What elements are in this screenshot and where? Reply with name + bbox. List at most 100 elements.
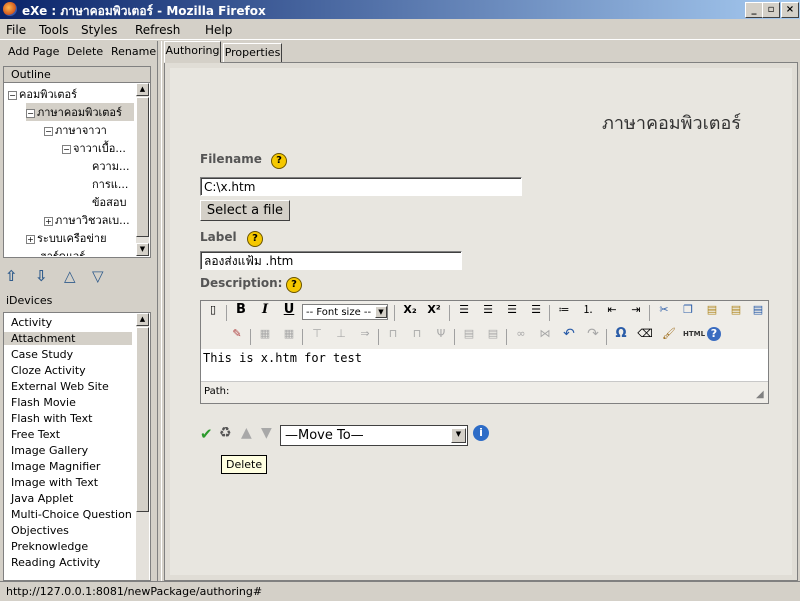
delete-trash-icon[interactable]: ♻	[219, 425, 232, 441]
move-down-icon[interactable]: ▼	[261, 425, 272, 441]
idevice-item[interactable]: Image Magnifier	[11, 460, 100, 473]
idevice-item[interactable]: Objectives	[11, 524, 69, 537]
insert-col-after-icon[interactable]: ⊓	[408, 325, 426, 343]
panel-splitter[interactable]	[157, 41, 162, 581]
resize-handle-icon[interactable]: ◢	[756, 389, 764, 400]
close-button[interactable]: ×	[781, 2, 799, 18]
underline-icon[interactable]: U	[280, 301, 298, 319]
idevice-item[interactable]: External Web Site	[11, 380, 109, 393]
idevice-item[interactable]: Multi-Choice Question	[11, 508, 132, 521]
idevice-item[interactable]: Free Text	[11, 428, 60, 441]
idevice-item[interactable]: Java Applet	[11, 492, 73, 505]
italic-icon[interactable]: I	[256, 301, 274, 319]
idevices-scroll-thumb[interactable]	[136, 327, 149, 512]
superscript-icon[interactable]: X²	[425, 301, 443, 319]
delete-col-icon[interactable]: Ψ	[432, 325, 450, 343]
move-to-dropdown-icon[interactable]: ▼	[451, 428, 466, 443]
menu-file[interactable]: File	[6, 23, 26, 37]
minimize-button[interactable]: _	[745, 2, 763, 18]
special-char-icon[interactable]: Ω	[612, 325, 630, 343]
tree-node-leaf-2[interactable]: การแ...	[92, 175, 128, 193]
bold-icon[interactable]: B	[232, 301, 250, 319]
insert-row-after-icon[interactable]: ⊥	[332, 325, 350, 343]
outline-scrollbar[interactable]: ▲ ▼	[136, 83, 149, 256]
menu-tools[interactable]: Tools	[39, 23, 69, 37]
font-size-dropdown-icon[interactable]: ▼	[375, 306, 387, 318]
bullet-list-icon[interactable]: ≔	[555, 301, 573, 319]
tree-node-java[interactable]: − ภาษาจาวา	[44, 121, 107, 139]
collapse-icon[interactable]: −	[26, 108, 35, 118]
tree-node-leaf-1[interactable]: ความ...	[92, 157, 129, 175]
idevice-item[interactable]: Preknowledge	[11, 540, 88, 553]
delete-page-button[interactable]: Delete	[67, 45, 103, 58]
subscript-icon[interactable]: X₂	[401, 301, 419, 319]
align-right-icon[interactable]: ☰	[503, 301, 521, 319]
align-center-icon[interactable]: ☰	[479, 301, 497, 319]
label-field[interactable]: ลองส่งแฟ้ม .htm	[200, 251, 462, 270]
rename-page-button[interactable]: Rename	[111, 45, 156, 58]
tree-node-computer-language[interactable]: − ภาษาคอมพิวเตอร์	[26, 103, 134, 121]
copy-icon[interactable]: ❐	[679, 301, 697, 319]
idevice-item[interactable]: Image Gallery	[11, 444, 88, 457]
scroll-up-icon[interactable]: ▲	[136, 83, 149, 96]
collapse-icon[interactable]: −	[62, 144, 71, 154]
idevice-item[interactable]: Reading Activity	[11, 556, 100, 569]
redo-icon[interactable]: ↷	[584, 325, 602, 343]
idevice-item[interactable]: Attachment	[4, 332, 132, 345]
numbered-list-icon[interactable]: ⒈	[579, 301, 597, 319]
demote-icon[interactable]: ⇩	[35, 267, 48, 285]
link-icon[interactable]: ∞	[512, 325, 530, 343]
idevices-scrollbar[interactable]: ▲	[136, 313, 149, 580]
table-icon[interactable]: ▦	[256, 325, 274, 343]
justify-icon[interactable]: ☰	[527, 301, 545, 319]
paste-icon[interactable]: ▤	[703, 301, 721, 319]
indent-icon[interactable]: ⇥	[627, 301, 645, 319]
idevice-item[interactable]: Flash Movie	[11, 396, 76, 409]
scroll-up-icon[interactable]: ▲	[136, 313, 149, 326]
split-cells-icon[interactable]: ▤	[460, 325, 478, 343]
scroll-down-icon[interactable]: ▼	[136, 243, 149, 256]
label-help-icon[interactable]: ?	[247, 231, 263, 247]
eraser-icon[interactable]: ⌫	[636, 325, 654, 343]
insert-col-before-icon[interactable]: ⊓	[384, 325, 402, 343]
select-file-button[interactable]: Select a file	[200, 200, 290, 221]
info-icon[interactable]: i	[473, 425, 489, 441]
idevice-item[interactable]: Image with Text	[11, 476, 98, 489]
edit-style-icon[interactable]: ✎	[228, 325, 246, 343]
html-source-icon[interactable]: HTML	[683, 325, 705, 343]
tab-properties[interactable]: Properties	[223, 43, 282, 63]
cut-icon[interactable]: ✂	[655, 301, 673, 319]
add-page-button[interactable]: Add Page	[8, 45, 59, 58]
editor-content[interactable]: This is x.htm for test	[203, 351, 362, 365]
undo-icon[interactable]: ↶	[560, 325, 578, 343]
tab-authoring[interactable]: Authoring	[164, 41, 221, 63]
menu-help[interactable]: Help	[205, 23, 232, 37]
collapse-icon[interactable]: −	[8, 90, 17, 100]
idevice-item[interactable]: Cloze Activity	[11, 364, 86, 377]
cleanup-icon[interactable]: 🖌	[660, 325, 678, 343]
merge-cells-icon[interactable]: ▤	[484, 325, 502, 343]
tree-node-visual-basic[interactable]: + ภาษาวิชวลเบ...	[44, 211, 130, 229]
new-document-icon[interactable]: ▯	[204, 301, 222, 319]
paste-word-icon[interactable]: ▤	[749, 301, 767, 319]
expand-icon[interactable]: +	[26, 234, 35, 244]
move-up-icon[interactable]: △	[64, 267, 76, 285]
description-help-icon[interactable]: ?	[286, 277, 302, 293]
collapse-icon[interactable]: −	[44, 126, 53, 136]
idevice-item[interactable]: Flash with Text	[11, 412, 92, 425]
tree-node-computer[interactable]: − คอมพิวเตอร์	[8, 85, 77, 103]
promote-icon[interactable]: ⇧	[5, 267, 18, 285]
tree-node-hardware[interactable]: ฮาร์ดแวร์	[40, 247, 85, 256]
outline-scroll-thumb[interactable]	[136, 97, 149, 237]
delete-row-icon[interactable]: ⇒	[356, 325, 374, 343]
tree-node-network[interactable]: + ระบบเครือข่าย	[26, 229, 107, 247]
outdent-icon[interactable]: ⇤	[603, 301, 621, 319]
unlink-icon[interactable]: ⋈	[536, 325, 554, 343]
move-up-icon[interactable]: ▲	[241, 425, 252, 441]
move-to-select[interactable]: —Move To— ▼	[280, 425, 468, 446]
editor-help-icon[interactable]: ?	[707, 327, 721, 341]
menu-styles[interactable]: Styles	[81, 23, 117, 37]
move-down-icon[interactable]: ▽	[92, 267, 104, 285]
maximize-button[interactable]: ▫	[762, 2, 780, 18]
expand-icon[interactable]: +	[44, 216, 53, 226]
